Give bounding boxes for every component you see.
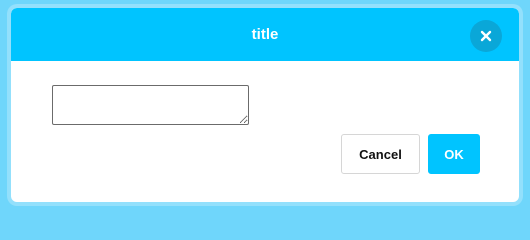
dialog-text-input[interactable] xyxy=(52,85,249,125)
dialog: title Cancel OK xyxy=(11,8,519,202)
close-icon xyxy=(480,30,492,42)
dialog-title: title xyxy=(251,26,279,43)
cancel-button[interactable]: Cancel xyxy=(341,134,420,174)
dialog-header: title xyxy=(11,8,519,61)
ok-button[interactable]: OK xyxy=(428,134,480,174)
close-button[interactable] xyxy=(470,20,502,52)
